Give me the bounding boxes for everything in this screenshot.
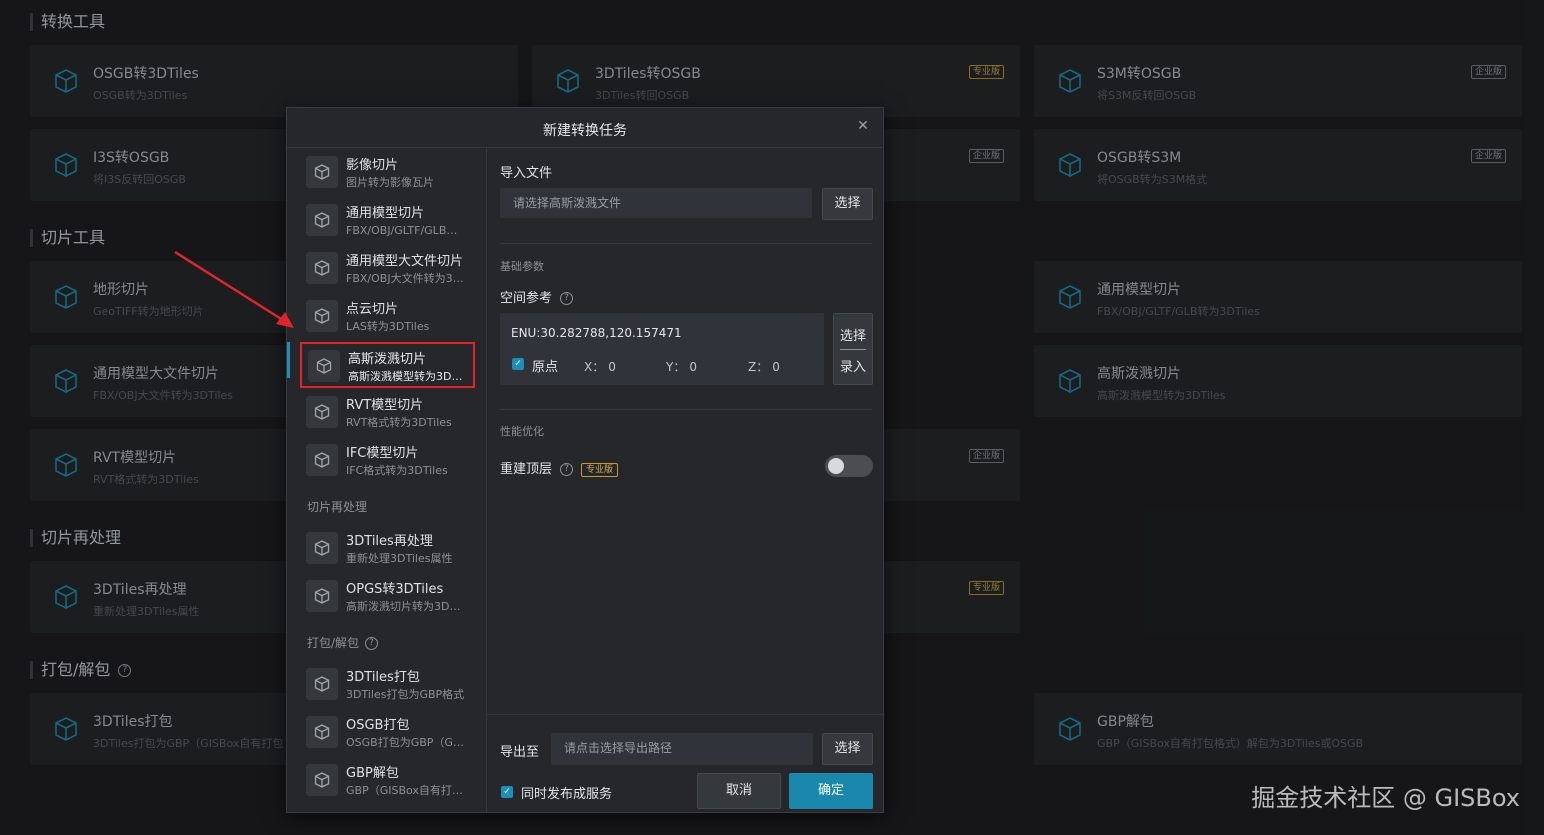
tool-item-title: 3DTiles打包 <box>346 670 420 685</box>
tool-item[interactable]: OPGS转3DTiles 高斯泼溅切片转为3DTiles <box>300 574 475 620</box>
z-coord: Z： 0 <box>748 360 780 374</box>
x-coord: X： 0 <box>584 360 616 374</box>
tool-item-title: 通用模型切片 <box>346 206 425 221</box>
spatial-ref-box: ENU:30.282788,120.157471 ✓ 原点 X： 0 Y： 0 Z：… <box>500 313 824 385</box>
tool-item-subtitle: IFC格式转为3DTiles <box>346 464 448 477</box>
tool-icon <box>308 350 340 382</box>
rebuild-top-toggle[interactable] <box>825 455 873 477</box>
cancel-button[interactable]: 取消 <box>697 773 781 809</box>
coord-enter-button[interactable]: 录入 <box>834 356 872 375</box>
tool-item-subtitle: 重新处理3DTiles属性 <box>346 552 453 565</box>
tool-item-subtitle: 高斯泼溅模型转为3DTiles <box>348 370 468 383</box>
tool-item-subtitle: 3DTiles打包为GBP格式 <box>346 688 465 701</box>
tool-item-subtitle: RVT格式转为3DTiles <box>346 416 452 429</box>
perf-label: 性能优化 <box>500 425 544 438</box>
dialog-title: 新建转换任务 <box>543 123 627 139</box>
tool-item-title: 高斯泼溅切片 <box>348 352 427 367</box>
group-label-pack: 打包/解包? <box>307 634 379 651</box>
coord-actions: 选择 录入 <box>833 313 873 385</box>
tool-icon <box>306 716 338 748</box>
origin-checkbox[interactable]: ✓ <box>512 358 524 370</box>
tool-item[interactable]: 影像切片图片转为影像瓦片 <box>300 150 475 196</box>
close-icon[interactable]: ✕ <box>855 118 871 134</box>
tool-item-subtitle: FBX/OBJ大文件转为3DTiles <box>346 272 466 285</box>
spatial-ref-label: 空间参考? <box>500 287 574 306</box>
task-form: 导入文件 请选择高斯泼溅文件 选择 基础参数 空间参考? ENU:30.2827… <box>487 148 883 812</box>
tool-item-title: IFC模型切片 <box>346 446 419 461</box>
tool-icon <box>306 396 338 428</box>
new-task-dialog: 新建转换任务 ✕ 影像切片图片转为影像瓦片 通用模型切片 FBX/OBJ/GLTF/… <box>286 107 884 813</box>
tool-item-title: OSGB打包 <box>346 718 410 733</box>
tool-icon <box>306 252 338 284</box>
y-coord: Y： 0 <box>666 360 697 374</box>
watermark: 掘金技术社区 @ GISBox <box>1251 784 1520 812</box>
tool-item-title: OPGS转3DTiles <box>346 582 444 597</box>
dialog-header: 新建转换任务 ✕ <box>287 108 883 148</box>
tool-item-title: RVT模型切片 <box>346 398 424 413</box>
publish-checkbox[interactable]: ✓ <box>501 786 513 798</box>
tool-item-title: 3DTiles再处理 <box>346 534 433 549</box>
help-icon[interactable]: ? <box>365 637 379 650</box>
group-label-reprocess: 切片再处理 <box>307 500 368 514</box>
tool-item-title: 点云切片 <box>346 302 399 317</box>
tool-item-title: 通用模型大文件切片 <box>346 254 464 269</box>
tool-item-subtitle: 图片转为影像瓦片 <box>346 176 434 189</box>
rebuild-top-label: 重建顶层? 专业版 <box>500 458 619 477</box>
tool-item-title: 影像切片 <box>346 158 399 173</box>
tool-item-subtitle: OSGB打包为GBP（GISBox自有打包格式） <box>346 736 466 749</box>
export-label: 导出至 <box>500 745 540 760</box>
tool-item[interactable]: 通用模型切片 FBX/OBJ/GLTF/GLB转为3DTiles <box>300 198 475 244</box>
tool-item[interactable]: RVT模型切片 RVT格式转为3DTiles <box>300 390 475 436</box>
confirm-button[interactable]: 确定 <box>789 773 873 809</box>
tool-item[interactable]: OSGB打包 OSGB打包为GBP（GISBox自有打包格式） <box>300 710 475 756</box>
export-select-button[interactable]: 选择 <box>822 733 873 765</box>
tool-icon <box>306 532 338 564</box>
pro-badge: 专业版 <box>581 462 619 477</box>
toggle-knob <box>828 458 844 474</box>
tool-item[interactable]: IFC模型切片 IFC格式转为3DTiles <box>300 438 475 484</box>
tool-item[interactable]: GBP解包 GBP（GISBox自有打包格式）解包 <box>300 758 475 804</box>
publish-label: 同时发布成服务 <box>521 787 613 802</box>
active-indicator <box>287 342 290 378</box>
tool-icon <box>306 580 338 612</box>
export-path-input[interactable]: 请点击选择导出路径 <box>551 733 813 765</box>
origin-label: 原点 <box>532 360 559 375</box>
tool-item[interactable]: 点云切片 LAS转为3DTiles <box>300 294 475 340</box>
tool-icon <box>306 204 338 236</box>
tool-icon <box>306 300 338 332</box>
tool-item-subtitle: GBP（GISBox自有打包格式）解包 <box>346 784 466 797</box>
tool-item-subtitle: LAS转为3DTiles <box>346 320 430 333</box>
divider <box>840 349 866 350</box>
tool-item-subtitle: 高斯泼溅切片转为3DTiles <box>346 600 466 613</box>
tool-icon <box>306 156 338 188</box>
tool-icon <box>306 668 338 700</box>
dialog-footer: 导出至 请点击选择导出路径 选择 ✓ 同时发布成服务 取消 确定 <box>487 714 883 812</box>
tool-item-title: GBP解包 <box>346 766 399 781</box>
help-icon[interactable]: ? <box>560 292 574 305</box>
import-file-input[interactable]: 请选择高斯泼溅文件 <box>500 188 812 218</box>
import-select-button[interactable]: 选择 <box>822 188 873 220</box>
divider <box>500 409 872 410</box>
help-icon[interactable]: ? <box>560 463 574 476</box>
coord-select-button[interactable]: 选择 <box>834 325 872 344</box>
import-file-label: 导入文件 <box>500 166 553 181</box>
tool-item[interactable]: 3DTiles再处理重新处理3DTiles属性 <box>300 526 475 572</box>
tool-item-subtitle: FBX/OBJ/GLTF/GLB转为3DTiles <box>346 224 466 237</box>
tool-list: 影像切片图片转为影像瓦片通用模型切片 FBX/OBJ/GLTF/GLB转为3DTi… <box>287 148 487 812</box>
tool-item-active[interactable]: 高斯泼溅切片高斯泼溅模型转为3DTiles <box>300 342 475 388</box>
tool-item[interactable]: 3DTiles打包 3DTiles打包为GBP格式 <box>300 662 475 708</box>
spatial-ref-value: ENU:30.282788,120.157471 <box>511 326 682 340</box>
tool-item[interactable]: 通用模型大文件切片 FBX/OBJ大文件转为3DTiles <box>300 246 475 292</box>
basic-params-label: 基础参数 <box>500 260 544 273</box>
divider <box>500 243 872 244</box>
tool-icon <box>306 764 338 796</box>
tool-icon <box>306 444 338 476</box>
